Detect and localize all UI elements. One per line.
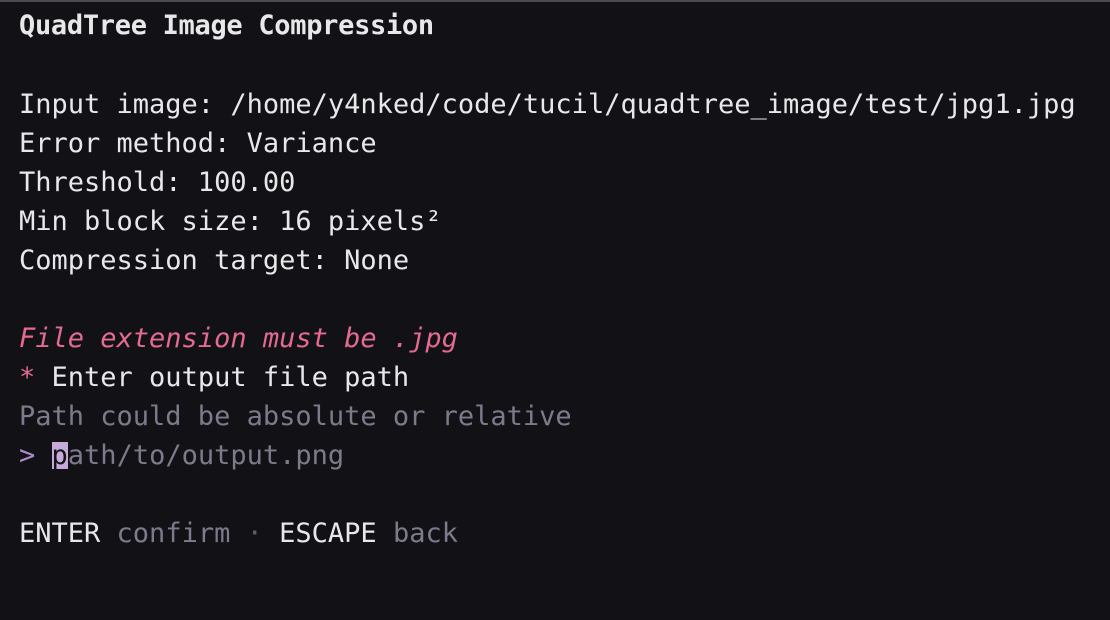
escape-key-desc: back: [392, 518, 458, 549]
threshold-info: Threshold: 100.00: [19, 167, 296, 198]
help-bar: ENTER confirm · ESCAPE back: [19, 520, 458, 547]
text-cursor: p: [51, 440, 68, 471]
prompt-caret-icon: >: [19, 440, 36, 471]
enter-key-hint[interactable]: ENTER: [19, 518, 100, 549]
terminal-window: QuadTree Image Compression Input image: …: [0, 0, 1110, 620]
prompt-question: * Enter output file path: [19, 364, 409, 391]
input-image-info: Input image: /home/y4nked/code/tucil/qua…: [19, 89, 1076, 120]
enter-key-desc: confirm: [116, 518, 231, 549]
error-method-info: Error method: Variance: [19, 128, 377, 159]
prompt-question-label: Enter output file path: [35, 362, 410, 393]
app-title: QuadTree Image Compression: [19, 10, 434, 41]
compression-target-info: Compression target: None: [19, 245, 410, 276]
prompt-hint: Path could be absolute or relative: [19, 401, 572, 432]
output-path-placeholder: ath/to/output.png: [67, 440, 345, 471]
validation-error-message: File extension must be .jpg: [19, 323, 458, 354]
escape-key-hint[interactable]: ESCAPE: [279, 518, 377, 549]
prompt-star-icon: *: [19, 362, 36, 393]
help-separator: ·: [246, 518, 263, 549]
min-block-size-info: Min block size: 16 pixels²: [19, 206, 442, 237]
output-path-input[interactable]: > path/to/output.png: [19, 442, 344, 469]
